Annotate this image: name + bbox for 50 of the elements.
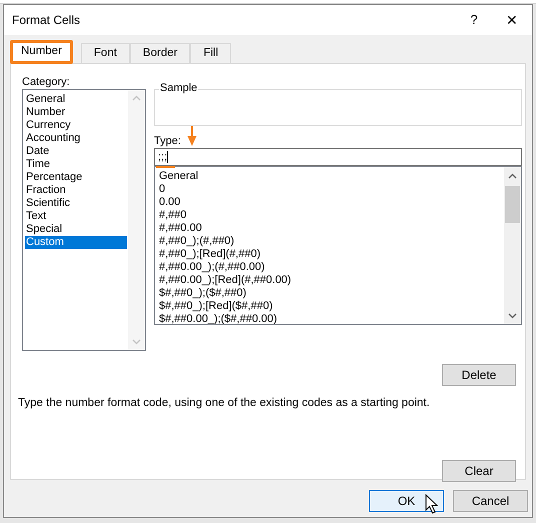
close-button[interactable]: ✕ <box>492 10 532 30</box>
type-value: ;;; <box>158 150 168 165</box>
text-cursor <box>167 151 168 163</box>
category-item[interactable]: Accounting <box>25 132 127 145</box>
clear-button[interactable]: Clear <box>442 460 516 482</box>
sample-label: Sample <box>159 80 198 96</box>
delete-button[interactable]: Delete <box>442 364 516 386</box>
format-item[interactable]: #,##0.00_);[Red](#,##0.00) <box>159 274 292 287</box>
scroll-thumb[interactable] <box>505 186 520 223</box>
category-label: Category: <box>22 75 71 89</box>
category-item[interactable]: Percentage <box>25 171 127 184</box>
category-item[interactable]: Text <box>25 210 127 223</box>
format-item[interactable]: #,##0.00 <box>159 222 202 235</box>
category-item[interactable]: Currency <box>25 119 127 132</box>
mouse-pointer-icon <box>425 494 438 514</box>
category-item[interactable]: Special <box>25 223 127 236</box>
category-item[interactable]: General <box>25 93 127 106</box>
category-item[interactable]: Fraction <box>25 184 127 197</box>
category-item[interactable]: Time <box>25 158 127 171</box>
description-text: Type the number format code, using one of the existing codes as a starting point. <box>17 396 431 411</box>
category-item[interactable]: Scientific <box>25 197 127 210</box>
dialog-button[interactable]: Cancel <box>453 490 528 512</box>
format-item[interactable]: $#,##0_);[Red]($#,##0) <box>159 300 273 313</box>
type-field[interactable]: ;;; <box>154 148 522 166</box>
tab[interactable]: Fill <box>190 43 232 63</box>
format-item[interactable]: 0 <box>159 183 166 196</box>
scroll-up-icon[interactable] <box>508 173 517 179</box>
underline-mark <box>156 166 175 168</box>
dialog-button[interactable]: OK <box>369 490 444 512</box>
tab[interactable]: Font <box>80 43 130 63</box>
help-button[interactable]: ? <box>456 10 492 30</box>
tab[interactable]: Number <box>10 40 73 64</box>
type-label: Type: <box>154 134 181 148</box>
format-item[interactable]: #,##0_);[Red](#,##0) <box>159 248 261 261</box>
format-item[interactable]: $#,##0_);($#,##0) <box>159 287 246 300</box>
format-item[interactable]: #,##0_);(#,##0) <box>159 235 234 248</box>
category-list[interactable]: General Number Currency Accounting Date Time Percentage Fraction Scientific Text Special Custom <box>22 89 146 351</box>
category-item[interactable]: Number <box>25 106 127 119</box>
tab[interactable]: Border <box>130 43 190 63</box>
format-item[interactable]: 0.00 <box>159 196 180 209</box>
arrow-icon <box>187 126 197 147</box>
category-item[interactable]: Date <box>25 145 127 158</box>
format-item[interactable]: #,##0 <box>159 209 187 222</box>
format-list[interactable]: General 0 0.00 #,##0 #,##0.00 #,##0_);(#,##0) #,##0_);[Red](#,##0) #,##0.00_);(#,##0.00) #,##0.00_);[Red](#,##0.00) $#,##0_);($#,##0) $#,##0_);[Red]($#,##0) $#,##0.00_);($#,##0.00) <box>154 166 522 325</box>
format-item[interactable]: $#,##0.00_);($#,##0.00) <box>159 313 278 324</box>
format-item[interactable]: General <box>159 170 198 183</box>
window-title: Format Cells <box>12 12 82 29</box>
category-item[interactable]: Custom <box>25 236 127 249</box>
scroll-down-icon[interactable] <box>508 313 517 319</box>
format-item[interactable]: #,##0.00_);(#,##0.00) <box>159 261 265 274</box>
